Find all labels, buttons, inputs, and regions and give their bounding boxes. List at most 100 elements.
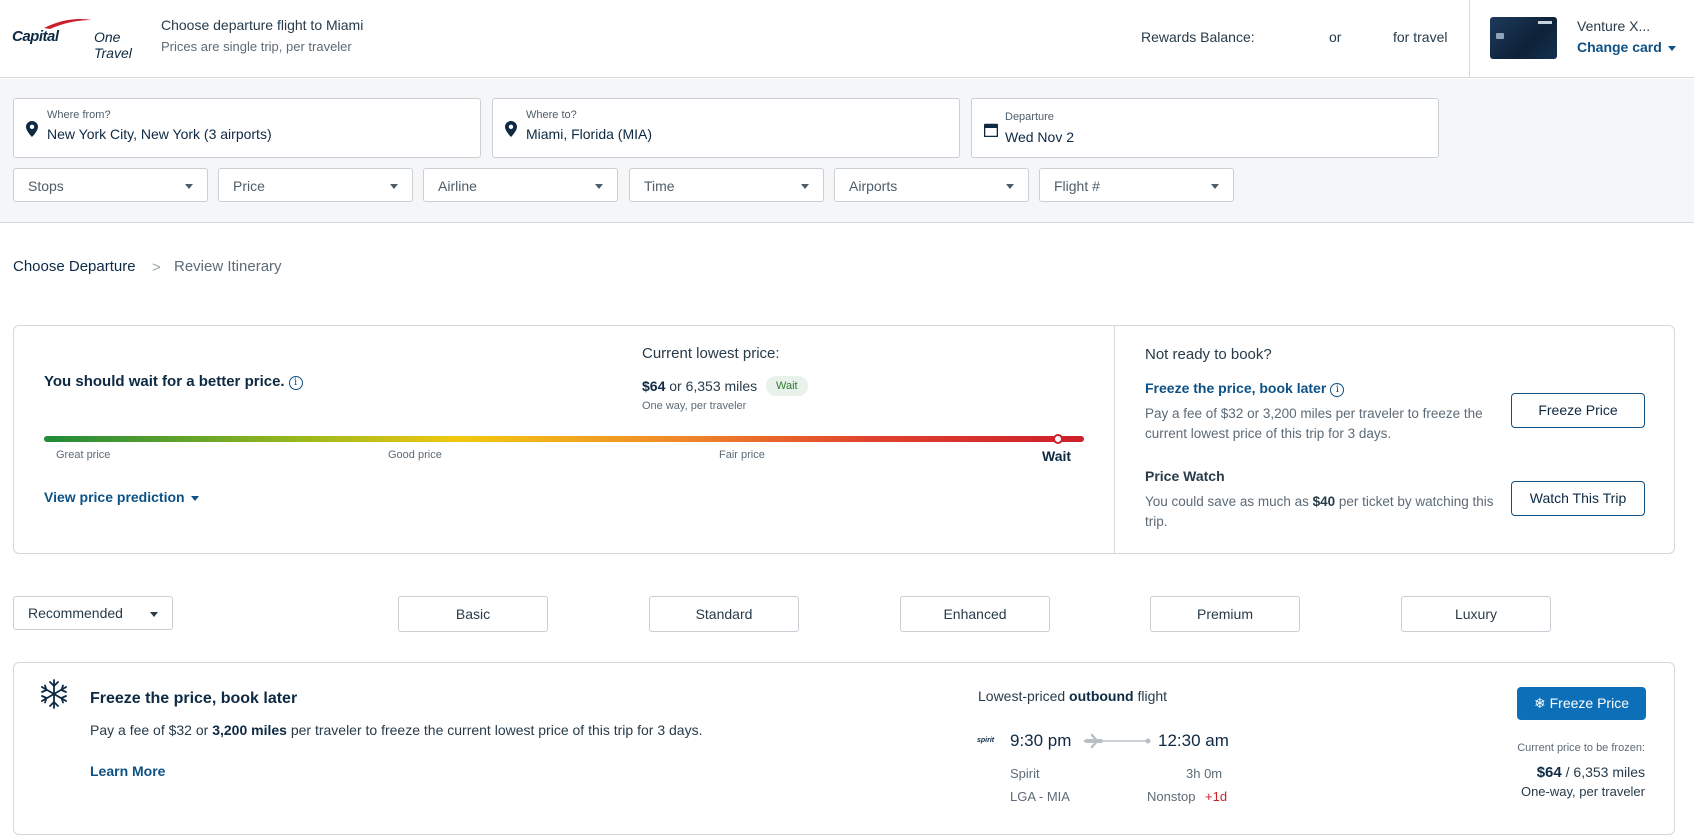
plus-day-badge: +1d bbox=[1205, 789, 1228, 804]
info-icon[interactable]: i bbox=[1330, 383, 1345, 397]
arrival-time: 12:30 am bbox=[1158, 731, 1229, 750]
departure-label: Departure bbox=[1005, 111, 1054, 123]
change-card-label: Change card bbox=[1577, 39, 1662, 55]
origin-field[interactable]: Where from? New York City, New York (3 a… bbox=[13, 98, 481, 158]
departure-date-field[interactable]: Departure Wed Nov 2 bbox=[971, 98, 1439, 158]
carrier-name: Spirit bbox=[1010, 766, 1040, 781]
price-watch-description: You could save as much as $40 per ticket… bbox=[1145, 492, 1495, 532]
departure-time: 9:30 pm bbox=[1010, 731, 1072, 750]
freeze-price-title: Freeze the price, book later i bbox=[1145, 380, 1345, 397]
scale-great-price: Great price bbox=[56, 449, 111, 461]
current-price: $64 or 6,353 miles bbox=[642, 378, 757, 394]
freeze-price-primary-button[interactable]: ❄ Freeze Price bbox=[1517, 687, 1646, 720]
filter-airports[interactable]: Airports bbox=[834, 168, 1029, 202]
freeze-price-description: Pay a fee of $32 or 3,200 miles per trav… bbox=[1145, 406, 1483, 441]
destination-label: Where to? bbox=[526, 109, 577, 121]
lowest-bold: outbound bbox=[1069, 688, 1134, 704]
price-watch-title: Price Watch bbox=[1145, 468, 1225, 484]
price-subtext: One way, per traveler bbox=[642, 400, 747, 412]
sort-dropdown[interactable]: Recommended bbox=[13, 596, 173, 630]
caret-down-icon bbox=[595, 184, 603, 189]
filter-label: Airports bbox=[849, 178, 898, 194]
flight-stops: Nonstop bbox=[1147, 789, 1196, 804]
lowest-pre: Lowest-priced bbox=[978, 688, 1070, 704]
page-title: Choose departure flight to Miami bbox=[161, 17, 364, 33]
miles-value: 6,353 miles bbox=[685, 378, 758, 394]
view-price-prediction-label: View price prediction bbox=[44, 489, 185, 505]
lowest-priced-label: Lowest-priced outbound flight bbox=[978, 688, 1167, 704]
caret-down-icon bbox=[1211, 184, 1219, 189]
rewards-or-text: or bbox=[1329, 29, 1342, 45]
destination-field[interactable]: Where to? Miami, Florida (MIA) bbox=[492, 98, 960, 158]
freeze-banner-card bbox=[13, 662, 1675, 835]
caret-down-icon bbox=[190, 495, 199, 501]
or-text: or bbox=[669, 378, 682, 394]
freeze-banner-desc-post: per traveler to freeze the current lowes… bbox=[286, 722, 703, 738]
breadcrumb-chevron-icon: > bbox=[152, 259, 161, 276]
freeze-banner-desc-miles: 3,200 miles bbox=[212, 722, 287, 738]
location-pin-icon bbox=[505, 121, 517, 137]
card-divider bbox=[1114, 326, 1115, 553]
frozen-price: $64 / 6,353 miles bbox=[1537, 764, 1645, 781]
filter-label: Flight # bbox=[1054, 178, 1100, 194]
destination-value: Miami, Florida (MIA) bbox=[526, 126, 653, 142]
caret-down-icon bbox=[1667, 45, 1676, 51]
caret-down-icon bbox=[1006, 184, 1014, 189]
freeze-price-primary-label: Freeze Price bbox=[1549, 695, 1629, 711]
fare-tab-basic[interactable]: Basic bbox=[398, 596, 548, 632]
flight-route: LGA - MIA bbox=[1010, 789, 1070, 804]
card-name: Venture X... bbox=[1577, 18, 1651, 34]
flight-path-icon bbox=[1083, 733, 1151, 749]
header-divider bbox=[1469, 0, 1470, 78]
change-card-button[interactable]: Change card bbox=[1577, 39, 1676, 55]
fare-tab-standard[interactable]: Standard bbox=[649, 596, 799, 632]
snowflake-icon: ❄ bbox=[1534, 695, 1550, 711]
frozen-price-separator: / bbox=[1561, 764, 1574, 780]
filter-label: Price bbox=[233, 178, 265, 194]
rewards-for-travel-text: for travel bbox=[1393, 29, 1448, 45]
prediction-message: You should wait for a better price. i bbox=[44, 373, 303, 390]
view-price-prediction-link[interactable]: View price prediction bbox=[44, 489, 199, 505]
lowest-post: flight bbox=[1133, 688, 1168, 704]
credit-card-image bbox=[1490, 17, 1557, 59]
watch-this-trip-button[interactable]: Watch This Trip bbox=[1511, 481, 1645, 516]
freeze-banner-desc-pre: Pay a fee of $32 or bbox=[90, 722, 213, 738]
origin-label: Where from? bbox=[47, 109, 111, 121]
learn-more-link[interactable]: Learn More bbox=[90, 763, 165, 779]
logo-brand: Capital bbox=[12, 28, 59, 45]
scale-wait: Wait bbox=[1042, 448, 1072, 464]
filter-label: Time bbox=[644, 178, 675, 194]
location-pin-icon bbox=[26, 121, 38, 137]
current-price-frozen-label: Current price to be frozen: bbox=[1517, 742, 1645, 754]
capital-one-travel-logo[interactable]: Capital One Travel bbox=[12, 18, 132, 61]
breadcrumb-choose-departure[interactable]: Choose Departure bbox=[13, 258, 136, 275]
price-watch-desc-pre: You could save as much as bbox=[1145, 494, 1313, 509]
filter-price[interactable]: Price bbox=[218, 168, 413, 202]
freeze-price-button[interactable]: Freeze Price bbox=[1511, 393, 1645, 428]
breadcrumb-review-itinerary: Review Itinerary bbox=[174, 258, 282, 275]
filter-flight-number[interactable]: Flight # bbox=[1039, 168, 1234, 202]
filter-stops[interactable]: Stops bbox=[13, 168, 208, 202]
freeze-banner-description: Pay a fee of $32 or 3,200 miles per trav… bbox=[90, 722, 702, 738]
sort-selected: Recommended bbox=[28, 605, 123, 621]
price-watch-amount: $40 bbox=[1312, 494, 1336, 509]
filter-airline[interactable]: Airline bbox=[423, 168, 618, 202]
page-subtitle: Prices are single trip, per traveler bbox=[161, 39, 352, 54]
freeze-banner-title: Freeze the price, book later bbox=[90, 690, 298, 707]
fare-tab-luxury[interactable]: Luxury bbox=[1401, 596, 1551, 632]
scale-good-price: Good price bbox=[388, 449, 442, 461]
card-chip-icon bbox=[1496, 33, 1504, 39]
fare-tab-enhanced[interactable]: Enhanced bbox=[900, 596, 1050, 632]
filter-time[interactable]: Time bbox=[629, 168, 824, 202]
prediction-message-text: You should wait for a better price. bbox=[44, 373, 285, 390]
info-icon[interactable]: i bbox=[288, 376, 303, 390]
fare-tab-premium[interactable]: Premium bbox=[1150, 596, 1300, 632]
filter-label: Airline bbox=[438, 178, 477, 194]
freeze-price-title-text: Freeze the price, book later bbox=[1145, 380, 1327, 396]
card-brand-mark bbox=[1538, 21, 1552, 24]
scale-fair-price: Fair price bbox=[719, 449, 765, 461]
price-value: $64 bbox=[642, 378, 666, 394]
rewards-balance-label: Rewards Balance: bbox=[1141, 29, 1255, 45]
current-price-label: Current lowest price: bbox=[642, 345, 780, 362]
frozen-price-subtext: One-way, per traveler bbox=[1520, 784, 1645, 799]
